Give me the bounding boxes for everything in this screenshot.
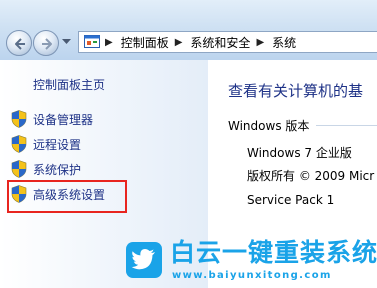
- task-remote-settings[interactable]: 远程设置: [11, 135, 81, 153]
- forward-button[interactable]: [33, 30, 59, 56]
- uac-shield-icon: [11, 135, 27, 153]
- breadcrumb-separator-icon[interactable]: ▶: [256, 37, 264, 48]
- watermark-text: 白云一键重装系统: [170, 238, 377, 267]
- breadcrumb-system[interactable]: 系统: [272, 34, 296, 51]
- forward-arrow-icon: [42, 38, 52, 50]
- history-dropdown-icon[interactable]: [62, 39, 71, 45]
- breadcrumb-control-panel[interactable]: 控制面板: [121, 34, 169, 51]
- task-device-manager[interactable]: 设备管理器: [11, 110, 93, 128]
- task-system-protection[interactable]: 系统保护: [11, 160, 81, 178]
- uac-shield-icon: [11, 110, 27, 128]
- control-panel-icon: [84, 35, 100, 48]
- watermark-url: www.baiyunxitong.com: [172, 270, 332, 281]
- copyright-text: 版权所有 © 2009 Micr: [247, 169, 375, 183]
- service-pack-value: Service Pack 1: [247, 193, 335, 207]
- page-title: 查看有关计算机的基: [228, 82, 364, 100]
- breadcrumb-separator-icon[interactable]: ▶: [175, 37, 183, 48]
- task-label: 系统保护: [33, 162, 82, 177]
- breadcrumb-system-security[interactable]: 系统和安全: [190, 34, 250, 51]
- highlight-box: [7, 180, 127, 213]
- back-button[interactable]: [6, 30, 32, 56]
- control-panel-home-link[interactable]: 控制面板主页: [33, 76, 105, 93]
- edition-value: Windows 7 企业版: [247, 146, 352, 160]
- section-divider: [316, 125, 377, 126]
- task-label: 设备管理器: [33, 112, 94, 127]
- breadcrumb-separator-icon[interactable]: ▶: [105, 37, 113, 48]
- title-bar: ▶ 控制面板 ▶ 系统和安全 ▶ 系统: [0, 0, 377, 60]
- watermark: 白云一键重装系统 www.baiyunxitong.com: [126, 238, 377, 288]
- task-label: 远程设置: [33, 137, 82, 152]
- back-arrow-icon: [15, 38, 25, 50]
- bird-logo-icon: [126, 242, 162, 278]
- address-bar[interactable]: ▶ 控制面板 ▶ 系统和安全 ▶ 系统: [78, 31, 377, 53]
- uac-shield-icon: [11, 160, 27, 178]
- breadcrumb: ▶ 控制面板 ▶ 系统和安全 ▶ 系统: [105, 32, 296, 52]
- windows-edition-heading: Windows 版本: [228, 119, 310, 133]
